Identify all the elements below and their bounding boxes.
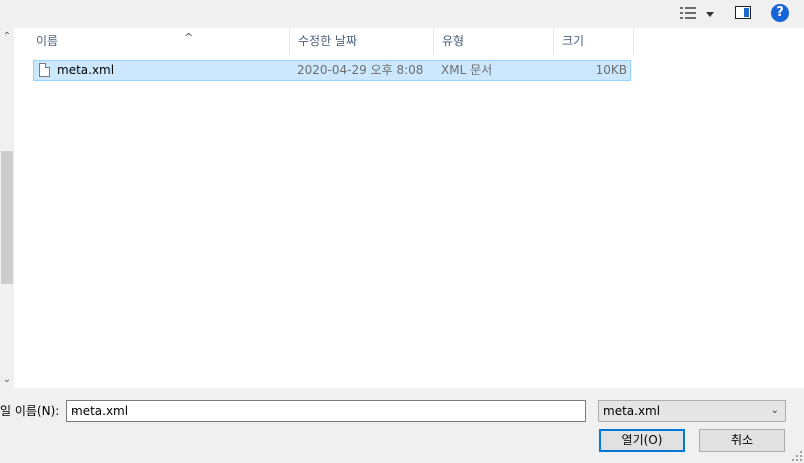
filename-label: 일 이름(N): xyxy=(0,404,60,418)
file-row[interactable]: meta.xml 2020-04-29 오후 8:08 XML 문서 10KB xyxy=(33,60,631,81)
column-modified-label: 수정한 날짜 xyxy=(298,34,358,48)
chevron-down-icon[interactable]: ⌄ xyxy=(71,401,581,421)
column-type-label: 유형 xyxy=(442,34,465,48)
column-size-label: 크기 xyxy=(562,34,585,48)
sort-ascending-icon: ^ xyxy=(184,31,194,44)
filetype-value: meta.xml xyxy=(603,404,661,418)
toolbar: ? xyxy=(0,0,804,28)
preview-pane-icon xyxy=(744,8,749,17)
scrollbar-thumb[interactable] xyxy=(1,151,13,284)
details-view-icon xyxy=(680,6,696,20)
open-button[interactable]: 열기(O) xyxy=(599,429,685,452)
file-name: meta.xml xyxy=(57,63,115,77)
preview-pane-button[interactable] xyxy=(735,6,751,19)
column-header-name[interactable]: 이름 ^ xyxy=(28,28,290,54)
file-size: 10KB xyxy=(595,63,627,77)
column-name-label: 이름 xyxy=(36,34,59,48)
caret-down-icon xyxy=(706,12,714,17)
column-header-modified[interactable]: 수정한 날짜 xyxy=(290,28,434,54)
file-type: XML 문서 xyxy=(441,63,493,77)
filename-input[interactable]: meta.xml ⌄ xyxy=(66,400,586,422)
view-menu-button[interactable] xyxy=(680,6,716,22)
column-header-type[interactable]: 유형 xyxy=(434,28,554,54)
cancel-button[interactable]: 취소 xyxy=(699,429,785,452)
filetype-select[interactable]: meta.xml ⌄ xyxy=(598,400,786,422)
column-header-size[interactable]: 크기 xyxy=(554,28,634,54)
scroll-up-icon[interactable]: ⌃ xyxy=(0,28,14,45)
resize-grip-icon[interactable] xyxy=(792,451,802,461)
document-icon xyxy=(39,63,50,77)
dialog-footer: 일 이름(N): meta.xml ⌄ meta.xml ⌄ 열기(O) 취소 xyxy=(0,388,804,463)
vertical-scrollbar[interactable]: ⌃ ⌄ xyxy=(0,28,14,388)
help-button[interactable]: ? xyxy=(771,4,789,22)
chevron-down-icon: ⌄ xyxy=(770,405,779,416)
file-list-view[interactable]: ⌃ ⌄ 이름 ^ 수정한 날짜 유형 크기 meta.xml 2020-04-2… xyxy=(0,28,804,388)
scroll-down-icon[interactable]: ⌄ xyxy=(0,371,14,388)
file-modified: 2020-04-29 오후 8:08 xyxy=(297,63,424,77)
